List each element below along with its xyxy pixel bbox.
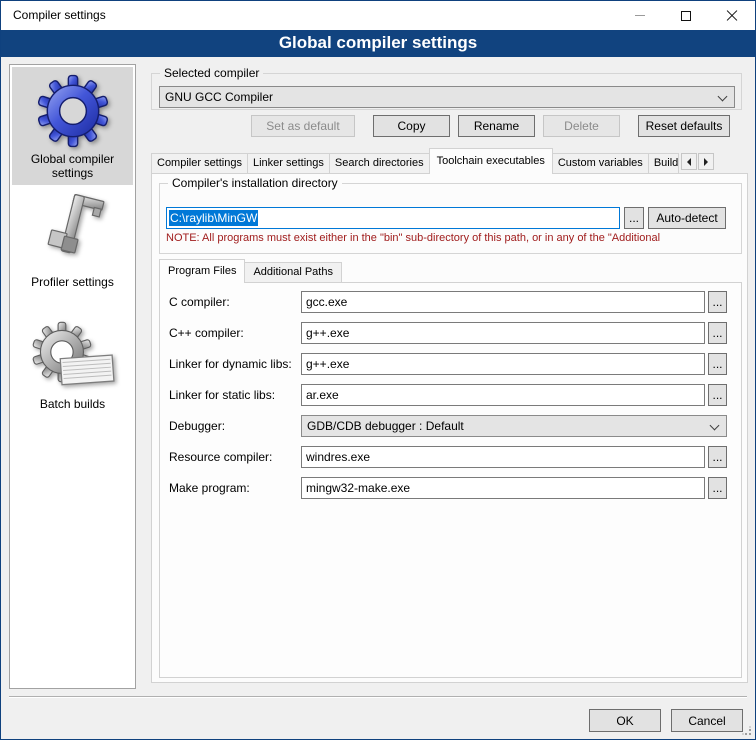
- static-linker-input[interactable]: [301, 384, 705, 406]
- program-files-panel: C compiler: ... C++ compiler: ... Linker…: [159, 282, 742, 678]
- resource-compiler-row: Resource compiler: ...: [160, 446, 741, 468]
- maximize-button[interactable]: [663, 1, 709, 30]
- maximize-icon: [681, 11, 691, 21]
- resource-compiler-input[interactable]: [301, 446, 705, 468]
- sidebar-item-label: Global compiler settings: [12, 152, 133, 180]
- sidebar-item-global-compiler-settings[interactable]: Global compiler settings: [12, 67, 133, 185]
- dynamic-linker-label: Linker for dynamic libs:: [169, 357, 292, 371]
- c-compiler-label: C compiler:: [169, 295, 230, 309]
- dynamic-linker-input[interactable]: [301, 353, 705, 375]
- tab-scroll-right-button[interactable]: [698, 153, 714, 170]
- cancel-button[interactable]: Cancel: [671, 709, 743, 732]
- program-tabs: Program Files Additional Paths: [159, 259, 341, 283]
- set-as-default-button[interactable]: Set as default: [251, 115, 355, 137]
- tab-scroll-arrows: [681, 153, 714, 170]
- sidebar-item-profiler-settings[interactable]: Profiler settings: [12, 189, 133, 293]
- resource-compiler-browse-button[interactable]: ...: [708, 446, 727, 468]
- settings-category-list: Global compiler settings Profiler settin…: [9, 64, 136, 689]
- tab-scroll-left-button[interactable]: [681, 153, 697, 170]
- tab-toolchain-executables[interactable]: Toolchain executables: [429, 148, 553, 174]
- installation-directory-input[interactable]: C:\raylib\MinGW: [166, 207, 620, 229]
- resize-grip[interactable]: [742, 726, 752, 736]
- debugger-row: Debugger: GDB/CDB debugger : Default: [160, 415, 741, 437]
- installation-directory-group-label: Compiler's installation directory: [168, 176, 342, 190]
- arrow-left-icon: [687, 158, 691, 166]
- delete-button[interactable]: Delete: [543, 115, 620, 137]
- debugger-label: Debugger:: [169, 419, 225, 433]
- close-button[interactable]: [709, 1, 755, 30]
- make-program-row: Make program: ...: [160, 477, 741, 499]
- chevron-down-icon: [710, 421, 720, 431]
- debugger-select-value: GDB/CDB debugger : Default: [307, 419, 464, 433]
- installation-directory-group: Compiler's installation directory C:\ray…: [159, 183, 742, 254]
- static-linker-row: Linker for static libs: ...: [160, 384, 741, 406]
- tab-search-directories[interactable]: Search directories: [329, 153, 430, 173]
- cpp-compiler-row: C++ compiler: ...: [160, 322, 741, 344]
- tab-custom-variables[interactable]: Custom variables: [552, 153, 649, 173]
- sidebar-item-label: Profiler settings: [31, 275, 114, 289]
- subtab-program-files[interactable]: Program Files: [159, 259, 245, 283]
- sidebar-item-batch-builds[interactable]: Batch builds: [12, 317, 133, 419]
- compiler-select-value: GNU GCC Compiler: [165, 90, 273, 104]
- tab-build-options[interactable]: Build: [648, 153, 679, 173]
- compiler-select[interactable]: GNU GCC Compiler: [159, 86, 735, 108]
- c-compiler-row: C compiler: ...: [160, 291, 741, 313]
- cpp-compiler-browse-button[interactable]: ...: [708, 322, 727, 344]
- window-title: Compiler settings: [13, 8, 106, 22]
- copy-button[interactable]: Copy: [373, 115, 450, 137]
- close-icon: [726, 10, 738, 22]
- tab-linker-settings[interactable]: Linker settings: [247, 153, 330, 173]
- debugger-select[interactable]: GDB/CDB debugger : Default: [301, 415, 727, 437]
- footer-divider: [9, 696, 747, 698]
- compiler-settings-window: Compiler settings Global compiler settin…: [0, 0, 756, 740]
- arrow-right-icon: [704, 158, 708, 166]
- gear-stack-icon: [25, 321, 121, 393]
- caliper-icon: [35, 191, 111, 271]
- tab-compiler-settings[interactable]: Compiler settings: [151, 153, 248, 173]
- auto-detect-button[interactable]: Auto-detect: [648, 207, 726, 229]
- window-controls: [617, 1, 755, 30]
- make-program-label: Make program:: [169, 481, 250, 495]
- titlebar[interactable]: Compiler settings: [1, 1, 755, 30]
- toolchain-executables-panel: Compiler's installation directory C:\ray…: [151, 173, 748, 683]
- subtab-additional-paths[interactable]: Additional Paths: [244, 262, 342, 282]
- dynamic-linker-browse-button[interactable]: ...: [708, 353, 727, 375]
- reset-defaults-button[interactable]: Reset defaults: [638, 115, 730, 137]
- installation-directory-value: C:\raylib\MinGW: [169, 210, 258, 226]
- selected-compiler-group: Selected compiler GNU GCC Compiler: [151, 73, 742, 110]
- cpp-compiler-label: C++ compiler:: [169, 326, 244, 340]
- rename-button[interactable]: Rename: [458, 115, 535, 137]
- chevron-down-icon: [718, 92, 728, 102]
- dynamic-linker-row: Linker for dynamic libs: ...: [160, 353, 741, 375]
- static-linker-label: Linker for static libs:: [169, 388, 275, 402]
- blue-gear-icon: [36, 74, 110, 148]
- static-linker-browse-button[interactable]: ...: [708, 384, 727, 406]
- minimize-button[interactable]: [617, 1, 663, 30]
- settings-tabs: Compiler settings Linker settings Search…: [151, 148, 714, 174]
- make-program-input[interactable]: [301, 477, 705, 499]
- ok-button[interactable]: OK: [589, 709, 661, 732]
- selected-compiler-group-label: Selected compiler: [160, 66, 263, 80]
- cpp-compiler-input[interactable]: [301, 322, 705, 344]
- make-program-browse-button[interactable]: ...: [708, 477, 727, 499]
- resource-compiler-label: Resource compiler:: [169, 450, 272, 464]
- dialog-header: Global compiler settings: [1, 30, 755, 57]
- browse-directory-button[interactable]: ...: [624, 207, 644, 229]
- minimize-icon: [635, 15, 645, 16]
- bin-subdirectory-note: NOTE: All programs must exist either in …: [166, 232, 740, 244]
- sidebar-item-label: Batch builds: [40, 397, 105, 411]
- c-compiler-input[interactable]: [301, 291, 705, 313]
- compiler-actions: Set as default Copy Rename Delete Reset …: [151, 115, 742, 137]
- c-compiler-browse-button[interactable]: ...: [708, 291, 727, 313]
